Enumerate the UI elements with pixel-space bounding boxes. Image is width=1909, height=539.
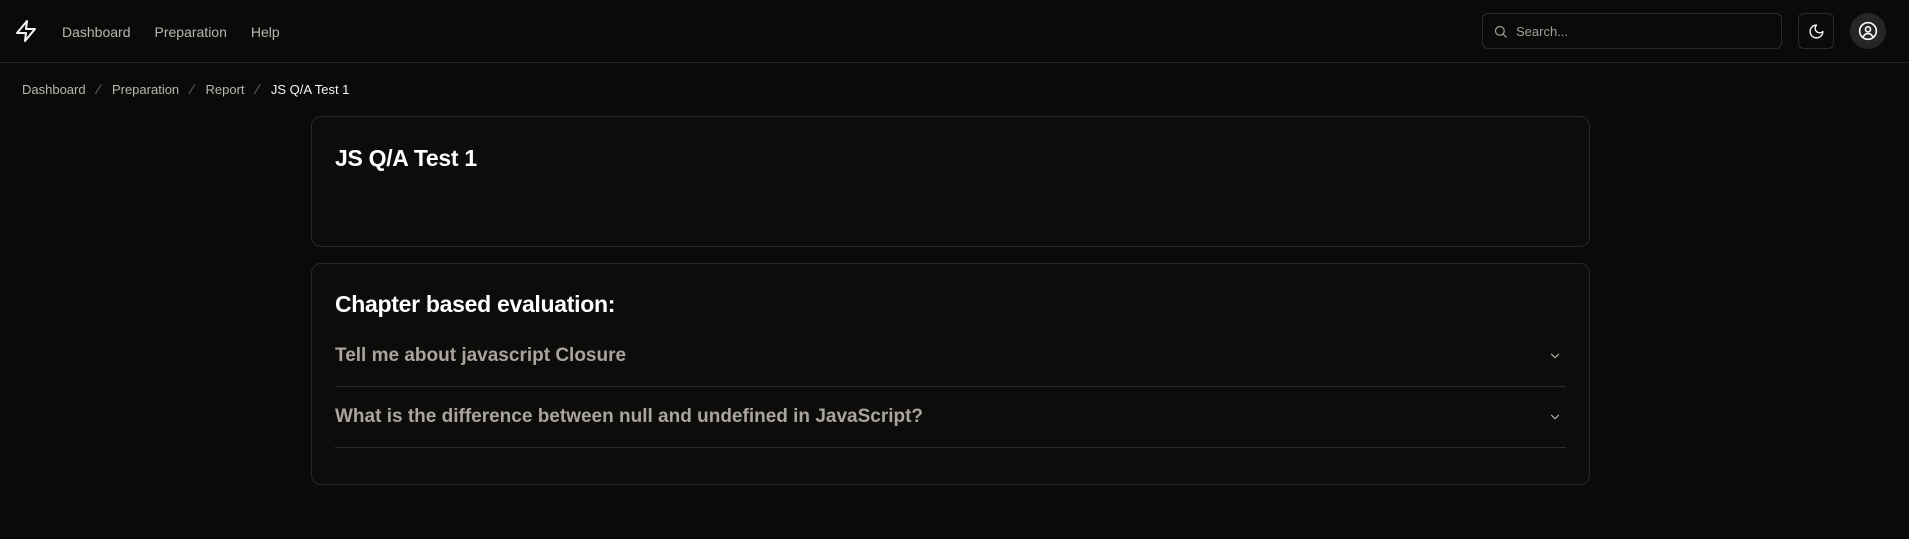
search-box[interactable] [1482, 13, 1782, 49]
breadcrumb-separator: ∕ [256, 81, 259, 97]
profile-button[interactable] [1850, 13, 1886, 49]
evaluation-heading: Chapter based evaluation: [335, 291, 616, 317]
breadcrumb-item-current: JS Q/A Test 1 [270, 81, 350, 97]
accordion-item-closure[interactable]: Tell me about javascript Closure [335, 326, 1566, 387]
breadcrumb-item-dashboard[interactable]: Dashboard [22, 82, 86, 97]
theme-toggle-button[interactable] [1798, 13, 1834, 49]
evaluation-card: Chapter based evaluation: Tell me about … [311, 263, 1590, 485]
main-nav: Dashboard Preparation Help [62, 0, 280, 63]
user-circle-icon [1858, 21, 1878, 41]
breadcrumb-separator: ∕ [97, 81, 100, 97]
chevron-down-icon [1550, 353, 1560, 359]
breadcrumb-separator: ∕ [191, 81, 194, 97]
accordion-item-null-undefined[interactable]: What is the difference between null and … [335, 387, 1566, 448]
questions-accordion: Tell me about javascript Closure What is… [335, 326, 1566, 448]
breadcrumb-item-preparation[interactable]: Preparation [112, 82, 179, 97]
moon-icon [1808, 23, 1824, 39]
chevron-down-icon [1550, 414, 1560, 420]
nav-link-dashboard[interactable]: Dashboard [62, 24, 131, 40]
breadcrumb: Dashboard ∕ Preparation ∕ Report ∕ JS Q/… [22, 80, 349, 98]
question-text: What is the difference between null and … [335, 406, 924, 427]
page-title: JS Q/A Test 1 [335, 145, 477, 171]
nav-link-help[interactable]: Help [251, 24, 280, 40]
search-input[interactable] [1516, 23, 1766, 39]
test-title-card: JS Q/A Test 1 [311, 116, 1590, 247]
search-icon [1494, 25, 1507, 38]
top-navbar: Dashboard Preparation Help [0, 0, 1909, 63]
breadcrumb-item-report[interactable]: Report [206, 82, 245, 97]
nav-link-preparation[interactable]: Preparation [155, 24, 227, 40]
question-text: Tell me about javascript Closure [335, 345, 627, 366]
lightning-bolt-icon[interactable] [14, 19, 38, 43]
